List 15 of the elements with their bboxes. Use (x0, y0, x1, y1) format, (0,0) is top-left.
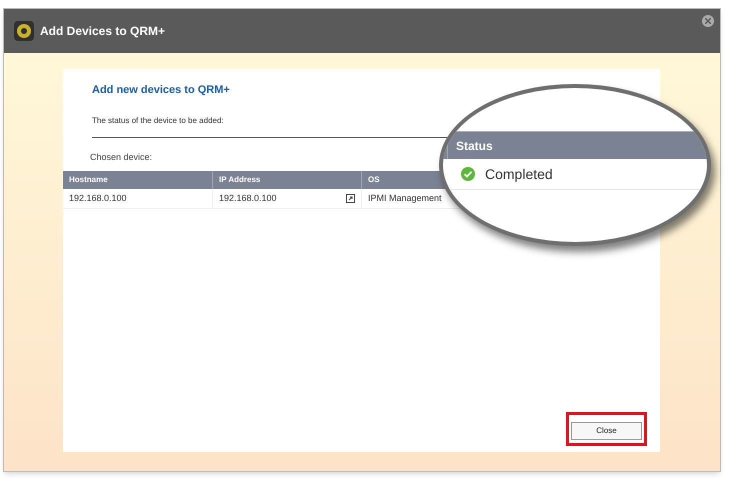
column-header: Status (455, 138, 493, 154)
table-cell-text: IPMI Management (368, 192, 442, 205)
table-cell-text: 192.168.0.100 (219, 192, 277, 205)
close-icon[interactable] (702, 15, 714, 27)
window-title: Add Devices to QRM+ (40, 23, 166, 40)
column-header: IP Address (213, 171, 362, 189)
section-heading: Add new devices to QRM+ (92, 83, 231, 98)
table-cell-text: 192.168.0.100 (69, 192, 127, 205)
column-header: Hostname (63, 171, 213, 189)
table-cell-text: Completed (485, 164, 553, 184)
status-description: The status of the device to be added: (92, 116, 224, 124)
app-logo-icon (14, 21, 34, 41)
close-button[interactable]: Close (571, 422, 642, 440)
chosen-device-label: Chosen device: (90, 150, 154, 164)
external-link-icon[interactable] (346, 194, 355, 203)
